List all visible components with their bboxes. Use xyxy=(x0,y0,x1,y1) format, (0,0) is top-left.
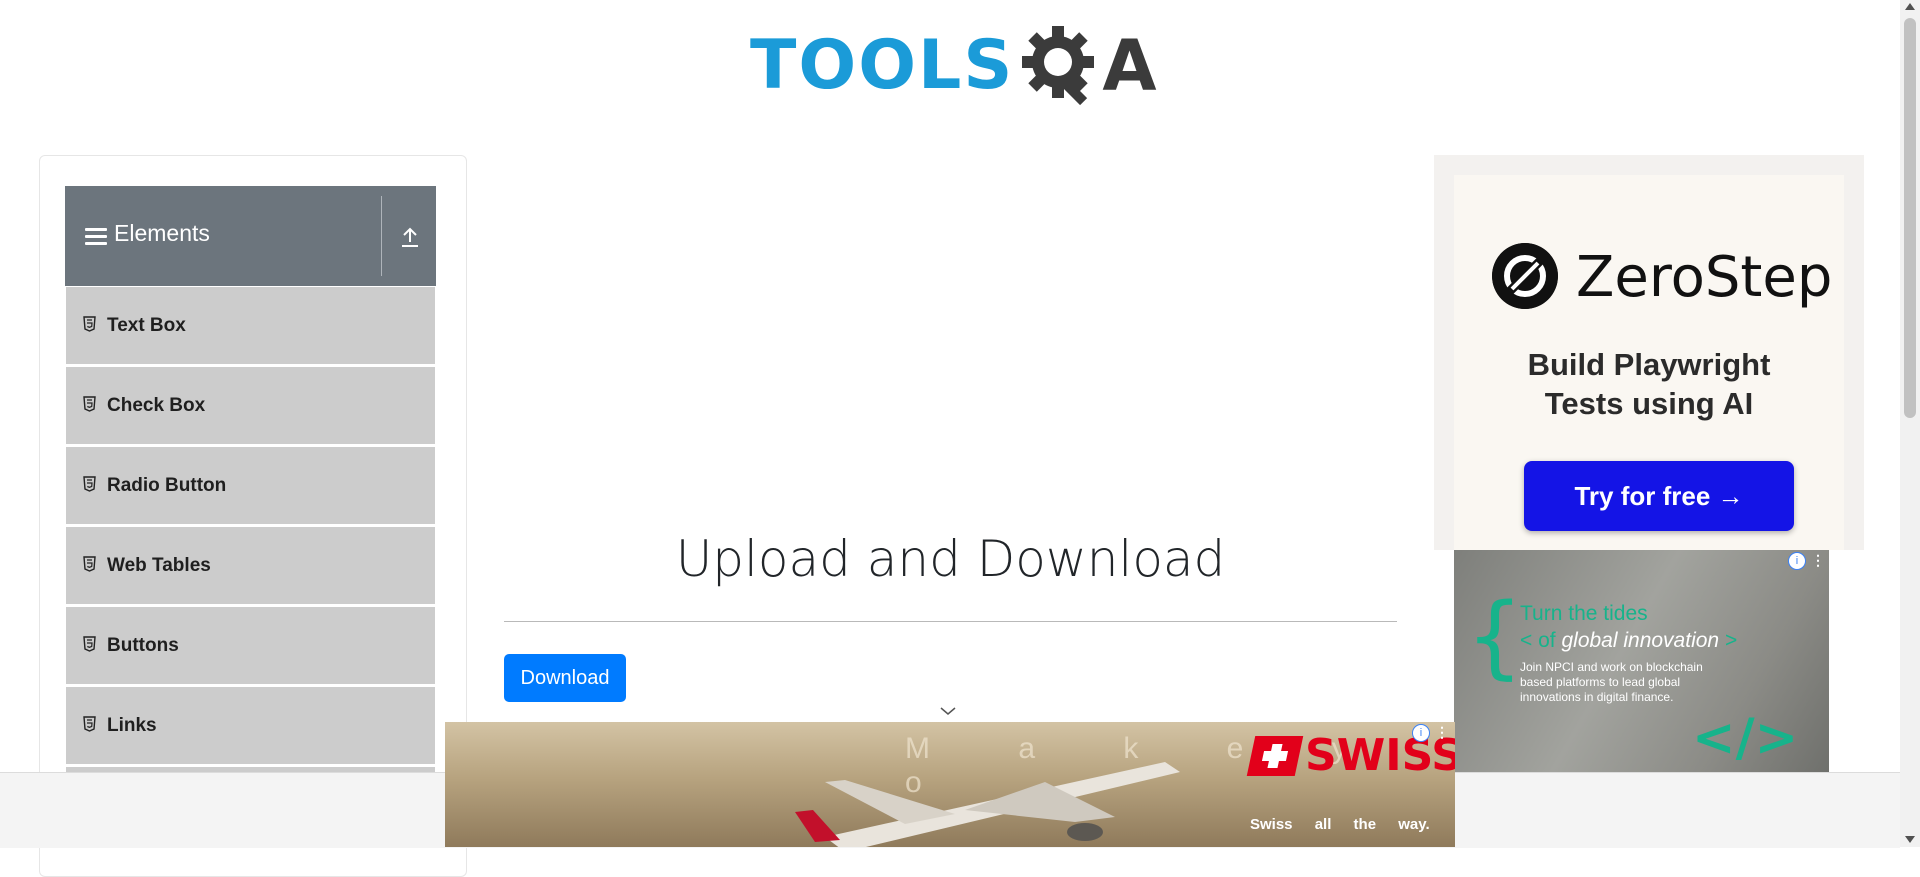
sidebar-item-check-box[interactable]: Check Box xyxy=(66,367,435,445)
zerostep-tagline: Build Playwright Tests using AI xyxy=(1454,345,1844,423)
logo-text-tools: TOOLS xyxy=(750,26,1015,105)
html5-icon xyxy=(83,316,96,332)
sidebar-item-links[interactable]: Links xyxy=(66,687,435,765)
ad-zerostep-card: ZeroStep Build Playwright Tests using AI… xyxy=(1454,175,1844,550)
vertical-scrollbar[interactable] xyxy=(1900,0,1920,847)
download-button[interactable]: Download xyxy=(504,654,626,702)
zerostep-tagline-line1: Build Playwright xyxy=(1527,347,1771,382)
upload-icon[interactable] xyxy=(400,226,420,248)
sidebar-item-label: Text Box xyxy=(107,315,186,336)
brace-icon: { xyxy=(1466,584,1524,689)
npci-headline-2-main: global innovation xyxy=(1561,629,1720,652)
npci-headline-1: Turn the tides xyxy=(1520,602,1648,625)
html5-icon xyxy=(83,716,96,732)
ad-npci[interactable]: { Turn the tides < of global innovation … xyxy=(1454,550,1829,772)
sidebar-item-label: Check Box xyxy=(107,395,206,416)
zerostep-tagline-line2: Tests using AI xyxy=(1544,386,1754,421)
ad-info-icon[interactable]: i xyxy=(1788,552,1806,570)
sidebar-item-text-box[interactable]: Text Box xyxy=(66,287,435,365)
chevron-down-icon[interactable] xyxy=(938,704,958,718)
zerostep-logo-icon xyxy=(1492,243,1558,309)
header-divider xyxy=(381,196,382,276)
sidebar-item-web-tables[interactable]: Web Tables xyxy=(66,527,435,605)
airplane-image xyxy=(795,762,1180,847)
ad-info-icon[interactable]: i xyxy=(1412,724,1430,742)
toolsqa-logo[interactable]: TOOLS A xyxy=(750,16,1157,116)
html5-icon xyxy=(83,396,96,412)
scroll-down-arrow-icon[interactable] xyxy=(1905,836,1915,843)
swiss-flag-icon xyxy=(1246,736,1304,776)
zerostep-name: ZeroStep xyxy=(1576,245,1833,310)
sidebar-item-label: Radio Button xyxy=(107,475,227,496)
swiss-logo: SWISS xyxy=(1305,730,1455,781)
npci-headline-2-suffix: > xyxy=(1724,629,1738,652)
sidebar-item-label: Buttons xyxy=(107,635,179,656)
npci-headline-2-prefix: < of xyxy=(1520,629,1556,652)
code-brackets-icon: </> xyxy=(1692,708,1799,768)
try-for-free-button[interactable]: Try for free → xyxy=(1524,461,1794,531)
ad-menu-icon[interactable]: ⋮ xyxy=(1811,552,1825,568)
html5-icon xyxy=(83,636,96,652)
title-divider xyxy=(504,621,1397,622)
html5-icon xyxy=(83,476,96,492)
ad-menu-icon[interactable]: ⋮ xyxy=(1435,724,1449,740)
ad-zerostep[interactable]: ZeroStep Build Playwright Tests using AI… xyxy=(1434,155,1864,550)
group-title: Elements xyxy=(114,220,210,246)
sidebar-item-label: Links xyxy=(107,715,157,736)
npci-headline-2: < of global innovation > xyxy=(1520,629,1737,653)
logo-text-a: A xyxy=(1102,25,1157,107)
ad-swiss[interactable]: M a k e y o SWISS Swiss all the way. i ⋮ xyxy=(445,722,1455,847)
gear-magnifier-icon xyxy=(1022,26,1095,106)
sidebar-item-radio-button[interactable]: Radio Button xyxy=(66,447,435,525)
sidebar-item-label: Web Tables xyxy=(107,555,211,576)
scroll-thumb[interactable] xyxy=(1904,18,1916,418)
sidebar-item-buttons[interactable]: Buttons xyxy=(66,607,435,685)
scroll-up-arrow-icon[interactable] xyxy=(1905,3,1915,10)
page-title: Upload and Download xyxy=(675,530,1226,588)
group-header-elements[interactable]: Elements xyxy=(65,186,436,286)
npci-body: Join NPCI and work on blockchain based p… xyxy=(1520,660,1703,704)
swiss-slogan: Swiss all the way. xyxy=(1250,816,1430,833)
hamburger-icon xyxy=(85,228,107,246)
html5-icon xyxy=(83,556,96,572)
